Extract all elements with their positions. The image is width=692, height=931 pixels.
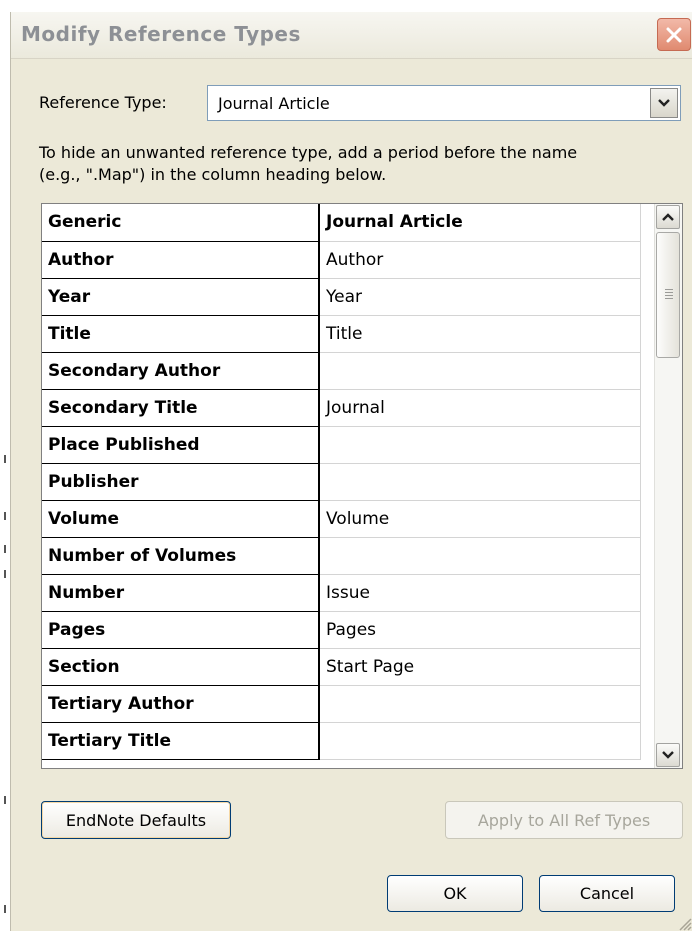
close-x-icon <box>666 27 682 42</box>
type-field-cell[interactable] <box>319 352 641 390</box>
reference-type-label: Reference Type: <box>39 93 167 112</box>
generic-field-cell: Title <box>42 315 320 353</box>
generic-field-cell: Year <box>42 278 320 316</box>
type-field-cell[interactable] <box>319 685 641 723</box>
table-row: Title Title <box>42 315 641 353</box>
type-field-cell[interactable]: Author <box>319 241 641 279</box>
modify-reference-types-dialog: Modify Reference Types Reference Type: J… <box>10 12 692 931</box>
grip-line <box>665 289 673 290</box>
type-field-cell[interactable] <box>319 426 641 464</box>
table-row: Secondary Title Journal <box>42 389 641 427</box>
grip-line <box>665 295 673 296</box>
grip-line <box>665 298 673 299</box>
reference-type-dropdown[interactable]: Journal Article <box>207 85 681 121</box>
ok-button[interactable]: OK <box>387 875 523 912</box>
instructions-line-1: To hide an unwanted reference type, add … <box>39 143 578 162</box>
vertical-scrollbar[interactable] <box>654 204 682 768</box>
table-row: Author Author <box>42 241 641 279</box>
title-bar[interactable]: Modify Reference Types <box>11 12 692 59</box>
type-field-cell[interactable]: Volume <box>319 500 641 538</box>
instructions-text: To hide an unwanted reference type, add … <box>39 142 679 186</box>
type-field-cell[interactable]: Year <box>319 278 641 316</box>
type-field-cell[interactable]: Start Page <box>319 648 641 686</box>
endnote-defaults-button[interactable]: EndNote Defaults <box>41 801 231 839</box>
table-header-row: Generic Journal Article <box>42 204 641 242</box>
reference-type-value: Journal Article <box>218 94 330 113</box>
table-row: Section Start Page <box>42 648 641 686</box>
generic-field-cell: Tertiary Title <box>42 722 320 760</box>
generic-field-cell: Secondary Author <box>42 352 320 390</box>
generic-field-cell: Number <box>42 574 320 612</box>
generic-field-cell: Number of Volumes <box>42 537 320 575</box>
table-row: Number Issue <box>42 574 641 612</box>
generic-field-cell: Volume <box>42 500 320 538</box>
type-field-cell[interactable]: Issue <box>319 574 641 612</box>
type-field-cell[interactable] <box>319 722 641 760</box>
scroll-down-button[interactable] <box>656 743 680 767</box>
generic-field-cell: Tertiary Author <box>42 685 320 723</box>
table-row: Number of Volumes <box>42 537 641 575</box>
table-row: Tertiary Author <box>42 685 641 723</box>
type-field-cell[interactable]: Title <box>319 315 641 353</box>
chevron-down-icon <box>658 99 670 107</box>
scroll-up-button[interactable] <box>656 205 680 229</box>
table-row: Secondary Author <box>42 352 641 390</box>
table-row: Year Year <box>42 278 641 316</box>
resize-grip-icon[interactable] <box>676 915 692 931</box>
generic-field-cell: Publisher <box>42 463 320 501</box>
type-column-header[interactable]: Journal Article <box>319 204 641 242</box>
close-button[interactable] <box>657 18 691 51</box>
chevron-down-icon <box>662 751 674 759</box>
table-row: Tertiary Title <box>42 722 641 760</box>
generic-column-header: Generic <box>42 204 320 242</box>
apply-to-all-ref-types-button[interactable]: Apply to All Ref Types <box>445 801 683 839</box>
table-row: Publisher <box>42 463 641 501</box>
type-field-cell[interactable] <box>319 463 641 501</box>
field-table: Generic Journal Article Author Author Yea… <box>42 204 641 760</box>
table-row: Pages Pages <box>42 611 641 649</box>
generic-field-cell: Place Published <box>42 426 320 464</box>
dropdown-arrow-button[interactable] <box>650 88 678 118</box>
field-grid: Generic Journal Article Author Author Yea… <box>41 203 683 769</box>
type-field-cell[interactable]: Pages <box>319 611 641 649</box>
cancel-button[interactable]: Cancel <box>539 875 675 912</box>
grip-line <box>665 292 673 293</box>
generic-field-cell: Section <box>42 648 320 686</box>
chevron-up-icon <box>662 213 674 221</box>
table-row: Place Published <box>42 426 641 464</box>
generic-field-cell: Secondary Title <box>42 389 320 427</box>
table-row: Volume Volume <box>42 500 641 538</box>
scrollbar-thumb[interactable] <box>656 232 680 358</box>
type-field-cell[interactable] <box>319 537 641 575</box>
generic-field-cell: Author <box>42 241 320 279</box>
type-field-cell[interactable]: Journal <box>319 389 641 427</box>
background-window-edge <box>0 0 10 931</box>
generic-field-cell: Pages <box>42 611 320 649</box>
instructions-line-2: (e.g., ".Map") in the column heading bel… <box>39 165 387 184</box>
dialog-title: Modify Reference Types <box>21 22 301 46</box>
